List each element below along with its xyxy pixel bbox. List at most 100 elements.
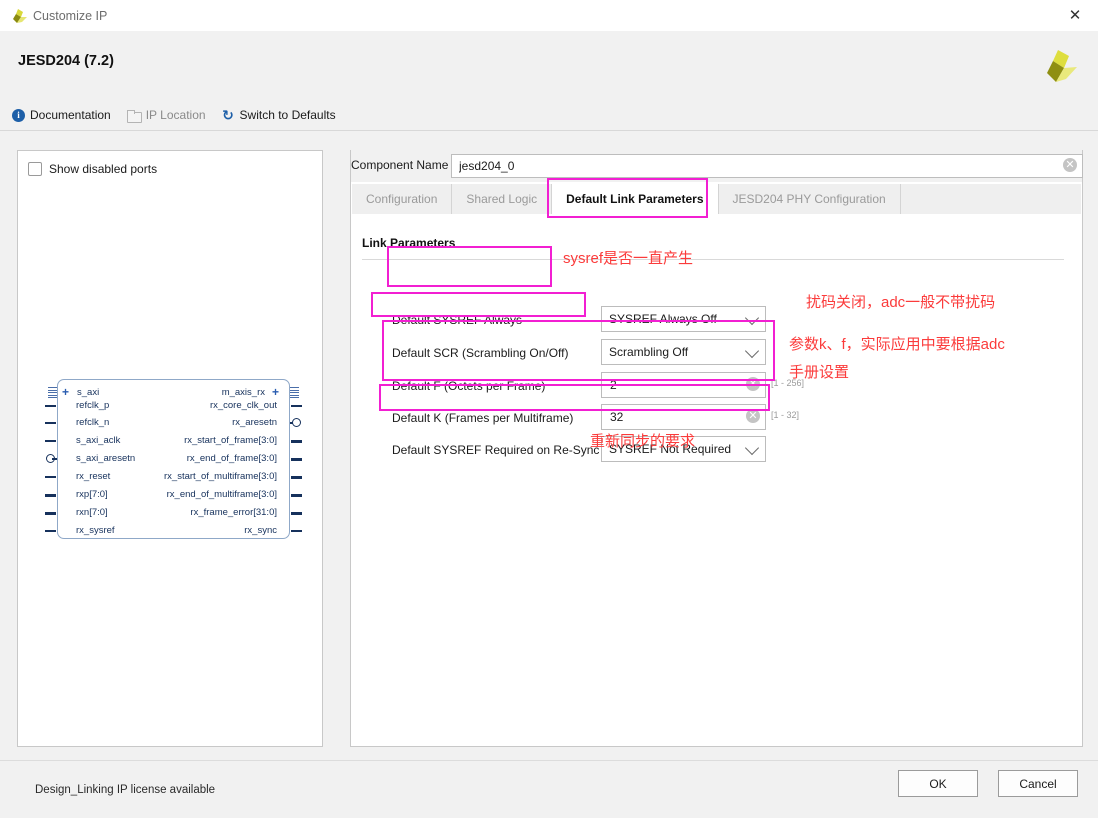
port-label: s_axi_aresetn (76, 453, 136, 464)
chevron-down-icon (744, 310, 760, 326)
ok-button[interactable]: OK (898, 770, 978, 797)
port-stub (291, 530, 302, 532)
port-label: rx_end_of_multiframe[3:0] (166, 489, 277, 500)
ip-location-button[interactable]: IP Location (126, 108, 206, 123)
tab-default-link-parameters[interactable]: Default Link Parameters (552, 184, 719, 214)
tab-strip: Configuration Shared Logic Default Link … (352, 184, 1081, 215)
port-stub (45, 440, 56, 442)
label-default-sysref-resync: Default SYSREF Required on Re-Sync (392, 443, 600, 457)
info-icon: i (12, 108, 25, 122)
xilinx-logo-small (9, 8, 27, 24)
port-label: rxp[7:0] (76, 489, 108, 500)
bus-tick-right (290, 387, 299, 399)
component-name-field[interactable]: ✕ (451, 154, 1083, 178)
section-divider (362, 259, 1064, 260)
clear-icon[interactable]: ✕ (746, 377, 760, 391)
input-default-k[interactable] (608, 405, 737, 429)
license-status: Design_Linking IP license available (35, 784, 216, 796)
clear-icon[interactable]: ✕ (1063, 158, 1077, 172)
port-label: rx_sync (244, 525, 277, 536)
switch-to-defaults-label: Switch to Defaults (239, 108, 336, 122)
label-default-sysref-always: Default SYSREF Always (392, 313, 523, 327)
show-disabled-ports-checkbox[interactable] (28, 162, 42, 176)
tab-shared-logic[interactable]: Shared Logic (452, 184, 553, 214)
chevron-down-icon (744, 440, 760, 456)
port-stub (52, 458, 57, 460)
port-stub (291, 476, 302, 479)
port-label: s_axi (77, 387, 100, 398)
port-label: rx_end_of_frame[3:0] (186, 453, 277, 464)
port-label: rx_core_clk_out (209, 400, 277, 411)
port-label: rx_frame_error[31:0] (190, 507, 277, 518)
port-stub (291, 440, 302, 443)
port-stub (45, 530, 56, 532)
section-title: Link Parameters (362, 236, 456, 250)
port-stub (45, 512, 56, 515)
port-label: refclk_n (76, 417, 110, 428)
combo-value: Scrambling Off (609, 345, 689, 359)
xilinx-logo (1038, 47, 1078, 87)
port-label: rx_aresetn (232, 417, 277, 428)
port-stub (45, 494, 56, 497)
component-name-row: Component Name ✕ (351, 150, 1083, 182)
ip-location-label: IP Location (145, 108, 206, 122)
ip-config-panel: Component Name ✕ Configuration Shared Lo… (350, 150, 1083, 747)
show-disabled-ports-label: Show disabled ports (49, 162, 158, 176)
cancel-button[interactable]: Cancel (998, 770, 1078, 797)
port-stub (45, 405, 56, 407)
documentation-label: Documentation (30, 108, 111, 122)
window-title: Customize IP (33, 8, 108, 23)
field-default-k[interactable]: ✕ (601, 404, 766, 430)
bus-tick-left (48, 387, 57, 399)
port-stub (291, 494, 302, 497)
label-default-scr: Default SCR (Scrambling On/Off) (392, 346, 569, 360)
component-name-input[interactable] (457, 155, 1051, 177)
active-low-port-icon (292, 418, 301, 427)
range-default-k: [1 - 32] (771, 410, 800, 420)
port-label: rx_reset (76, 471, 111, 482)
field-default-f[interactable]: ✕ (601, 372, 766, 398)
title-bar: Customize IP ✕ (0, 0, 1098, 32)
show-disabled-ports-row[interactable]: Show disabled ports (28, 162, 157, 176)
port-stub (291, 458, 302, 461)
expand-plus-right-icon[interactable]: + (272, 386, 279, 398)
header-toolbar: i Documentation IP Location ↻ Switch to … (12, 105, 336, 125)
port-label: rx_start_of_multiframe[3:0] (164, 471, 277, 482)
clear-icon[interactable]: ✕ (746, 409, 760, 423)
port-stub (291, 512, 302, 515)
combo-value: SYSREF Always Off (609, 312, 717, 326)
combo-default-scr[interactable]: Scrambling Off (601, 339, 766, 365)
port-label: rxn[7:0] (76, 507, 108, 518)
tab-configuration[interactable]: Configuration (352, 184, 453, 214)
expand-plus-left-icon[interactable]: + (62, 386, 69, 398)
combo-default-sysref-always[interactable]: SYSREF Always Off (601, 306, 766, 332)
port-stub (45, 422, 56, 424)
tab-jesd204-phy-configuration[interactable]: JESD204 PHY Configuration (719, 184, 901, 214)
port-label: m_axis_rx (221, 387, 265, 398)
port-label: rx_start_of_frame[3:0] (184, 435, 277, 446)
port-label: s_axi_aclk (76, 435, 121, 446)
port-label: refclk_p (76, 400, 110, 411)
folder-icon (126, 109, 142, 123)
ip-symbol-panel: Show disabled ports + s_axi refclk_p ref… (17, 150, 323, 747)
tab-strip-filler (901, 184, 1081, 214)
switch-to-defaults-button[interactable]: ↻ Switch to Defaults (222, 106, 336, 123)
ip-block-diagram: + s_axi refclk_p refclk_n s_axi_aclk s_a… (45, 379, 302, 539)
range-default-f: [1 - 256] (771, 378, 805, 388)
port-stub (45, 476, 56, 478)
documentation-button[interactable]: i Documentation (12, 108, 111, 122)
input-default-f[interactable] (608, 373, 737, 397)
page-title: JESD204 (7.2) (18, 53, 114, 69)
chevron-down-icon (744, 343, 760, 359)
port-label: rx_sysref (76, 525, 115, 536)
refresh-icon: ↻ (222, 106, 234, 123)
combo-value: SYSREF Not Required (609, 442, 732, 456)
close-icon[interactable]: ✕ (1052, 0, 1098, 30)
component-name-label: Component Name (351, 158, 449, 172)
port-stub (291, 405, 302, 407)
combo-default-sysref-resync[interactable]: SYSREF Not Required (601, 436, 766, 462)
link-parameters-content: Link Parameters Default SYSREF Always SY… (352, 214, 1081, 744)
label-default-f: Default F (Octets per Frame) (392, 379, 546, 393)
ip-header: JESD204 (7.2) i Documentation IP Locatio… (0, 31, 1098, 131)
label-default-k: Default K (Frames per Multiframe) (392, 411, 574, 425)
